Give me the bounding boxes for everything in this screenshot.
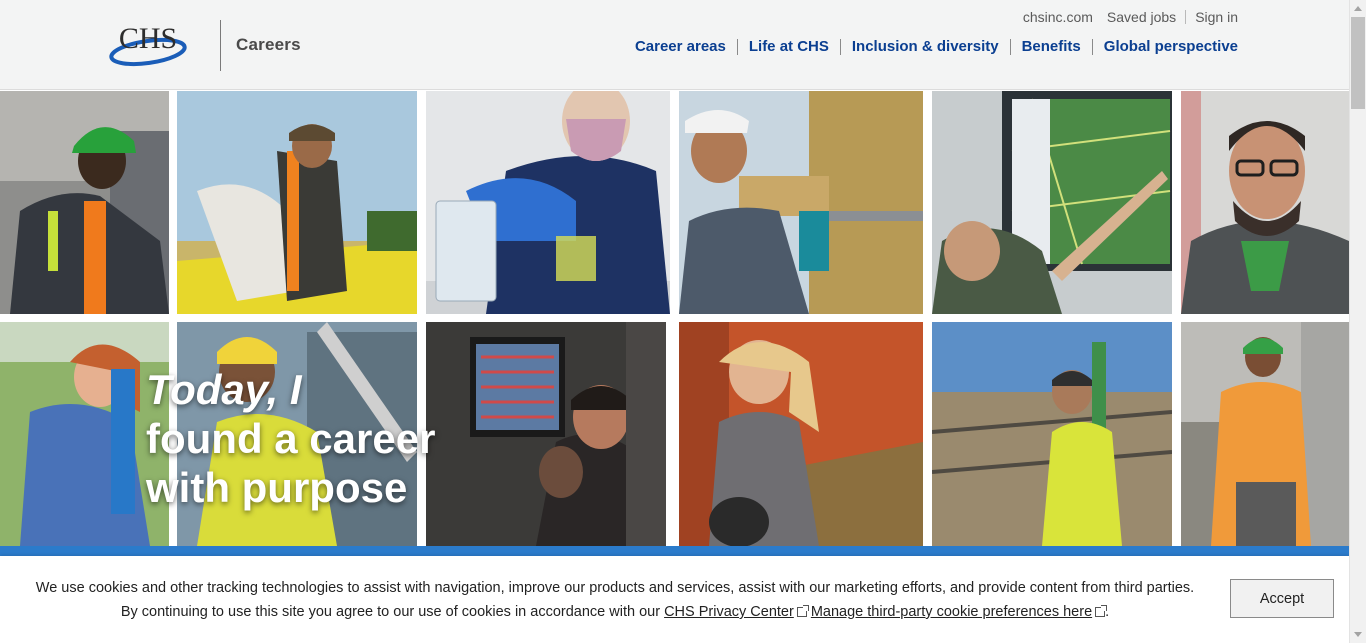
photo-worker-rail-yard (932, 322, 1172, 546)
photo-farmer-seed-bag (177, 91, 417, 314)
photo-smiling-man-glasses (1181, 91, 1349, 314)
careers-label[interactable]: Careers (236, 35, 301, 55)
nav-separator (1009, 38, 1011, 55)
nav-global-perspective[interactable]: Global perspective (1104, 38, 1238, 55)
nav-separator (839, 38, 841, 55)
accept-cookies-button[interactable]: Accept (1230, 579, 1334, 618)
photo-hay-bale-drill (679, 91, 923, 314)
scrollbar-thumb[interactable] (1351, 17, 1365, 109)
cookie-message: We use cookies and other tracking techno… (30, 576, 1200, 624)
photo-woman-field (0, 322, 169, 546)
nav-life-at-chs[interactable]: Life at CHS (749, 38, 829, 55)
logo-divider (220, 20, 221, 71)
hero-accent-bar (111, 369, 135, 514)
hero-line-1: Today, I (146, 366, 302, 413)
nav-inclusion-diversity[interactable]: Inclusion & diversity (852, 38, 999, 55)
hero-line-2: found a career (146, 415, 436, 462)
photo-lab-scientist (426, 91, 670, 314)
logo-text: CHS (119, 22, 177, 55)
utility-separator (1185, 10, 1187, 24)
nav-benefits[interactable]: Benefits (1022, 38, 1081, 55)
sign-in-link[interactable]: Sign in (1195, 9, 1238, 25)
nav-separator (1091, 38, 1093, 55)
photo-worker-hardhat (0, 91, 169, 314)
external-link-icon (1095, 605, 1108, 617)
photo-map-screen (932, 91, 1172, 314)
cookie-banner: We use cookies and other tracking techno… (0, 556, 1349, 643)
scroll-down-arrow-icon[interactable] (1354, 632, 1362, 637)
utility-nav: chsinc.com Saved jobs Sign in (1023, 9, 1238, 25)
page-scrollbar[interactable] (1349, 0, 1366, 643)
nav-career-areas[interactable]: Career areas (635, 38, 726, 55)
site-header: CHS Careers chsinc.com Saved jobs Sign i… (0, 0, 1349, 90)
chsinc-link[interactable]: chsinc.com (1023, 9, 1093, 25)
photo-trading-desk (426, 322, 666, 546)
photo-woman-grain-truck (679, 322, 923, 546)
external-link-icon (796, 605, 809, 617)
cookie-preferences-link[interactable]: Manage third-party cookie preferences he… (811, 604, 1092, 620)
nav-separator (736, 38, 738, 55)
hero-line-3: with purpose (146, 464, 408, 511)
hero-headline: Today, I found a career with purpose (146, 366, 435, 512)
main-nav: Career areas Life at CHS Inclusion & div… (635, 38, 1238, 55)
hero-photo-grid: Today, I found a career with purpose (0, 91, 1349, 546)
privacy-center-link[interactable]: CHS Privacy Center (664, 604, 794, 620)
chs-logo[interactable]: CHS (108, 20, 188, 68)
scroll-up-arrow-icon[interactable] (1354, 6, 1362, 11)
saved-jobs-link[interactable]: Saved jobs (1107, 9, 1176, 25)
photo-worker-orange-shirt (1181, 322, 1349, 546)
